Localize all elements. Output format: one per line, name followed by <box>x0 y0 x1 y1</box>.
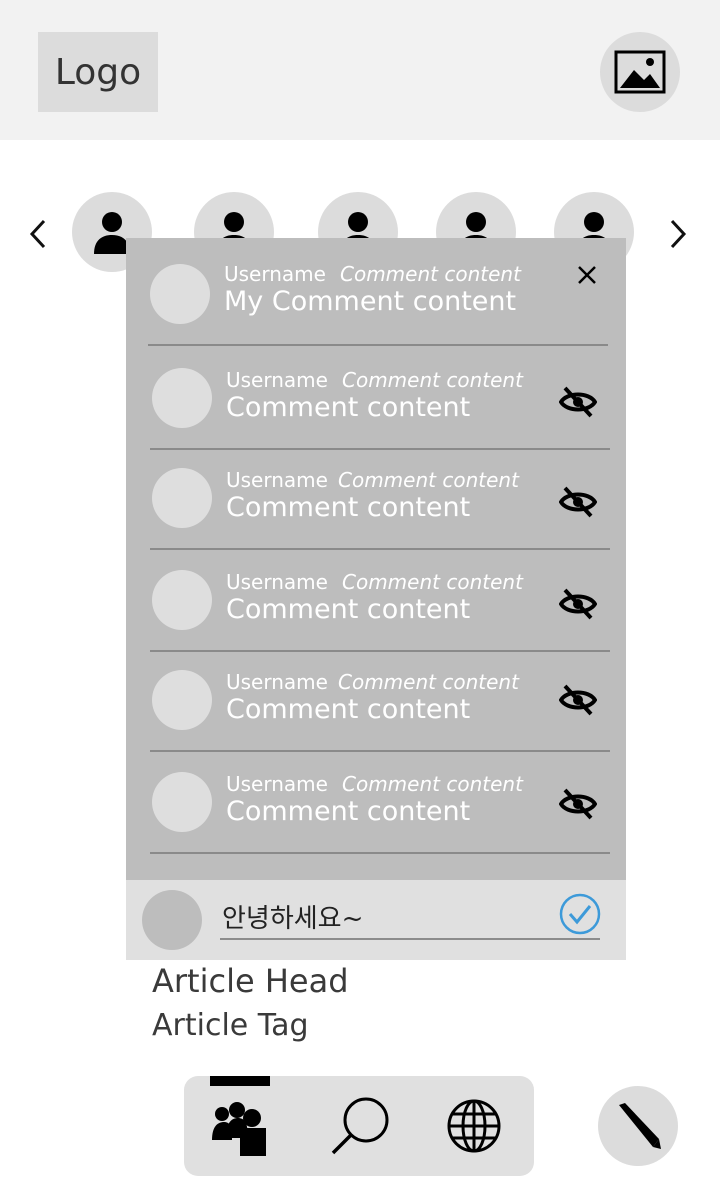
avatar <box>152 468 212 528</box>
bottom-nav <box>184 1076 534 1176</box>
comment-username: Username <box>226 468 328 492</box>
eye-off-icon <box>559 588 597 620</box>
carousel-next-button[interactable] <box>658 212 698 256</box>
eye-off-icon <box>559 684 597 716</box>
comment-username: Username <box>226 772 328 796</box>
comment-input[interactable] <box>220 894 600 940</box>
hide-comment-button[interactable] <box>558 382 598 422</box>
nav-item-search[interactable] <box>320 1076 400 1176</box>
submit-comment-button[interactable] <box>558 892 602 936</box>
hide-comment-button[interactable] <box>558 680 598 720</box>
logo[interactable]: Logo <box>38 32 158 112</box>
image-icon <box>614 50 666 94</box>
avatar <box>150 264 210 324</box>
avatar <box>142 890 202 950</box>
comment-item: Username Comment content Comment content <box>126 652 626 752</box>
globe-icon <box>447 1099 501 1153</box>
chevron-right-icon <box>670 219 687 249</box>
hide-comment-button[interactable] <box>558 584 598 624</box>
comment-username: Username <box>226 670 328 694</box>
comment-divider <box>150 852 610 854</box>
comment-meta: Comment content <box>338 670 519 694</box>
comment-item: Username Comment content Comment content <box>126 350 626 450</box>
avatar <box>152 368 212 428</box>
comment-username: Username <box>226 368 328 392</box>
chevron-left-icon <box>29 219 46 249</box>
nav-item-people[interactable] <box>200 1076 280 1176</box>
comment-text: Comment content <box>226 796 471 827</box>
nav-item-globe[interactable] <box>434 1076 514 1176</box>
comment-text: Comment content <box>226 392 471 423</box>
comment-text: My Comment content <box>224 286 517 317</box>
article-head: Article Head <box>152 962 349 1000</box>
close-icon <box>578 266 596 284</box>
logo-label: Logo <box>54 51 142 93</box>
check-circle-icon <box>559 893 601 935</box>
eye-off-icon <box>559 788 597 820</box>
pencil-icon <box>619 1103 661 1149</box>
comment-text: Comment content <box>226 594 471 625</box>
search-icon <box>331 1097 389 1155</box>
comment-input-row <box>126 880 626 960</box>
eye-off-icon <box>559 386 597 418</box>
close-button[interactable] <box>572 260 602 290</box>
image-button[interactable] <box>600 32 680 112</box>
avatar <box>152 570 212 630</box>
hide-comment-button[interactable] <box>558 784 598 824</box>
comment-meta: Comment content <box>342 570 523 594</box>
comment-meta: Comment content <box>338 468 519 492</box>
eye-off-icon <box>559 486 597 518</box>
comment-username: Username <box>226 570 328 594</box>
header: Logo <box>0 0 720 140</box>
comment-text: Comment content <box>226 492 471 523</box>
people-icon <box>212 1102 266 1156</box>
hide-comment-button[interactable] <box>558 482 598 522</box>
comment-username: Username <box>224 262 326 286</box>
comment-item: Username Comment content Comment content <box>126 450 626 550</box>
comment-panel: Username Comment content My Comment cont… <box>126 238 626 880</box>
comment-meta: Comment content <box>342 368 523 392</box>
article-tag[interactable]: Article Tag <box>152 1008 309 1043</box>
comment-meta: Comment content <box>340 262 521 286</box>
comment-divider <box>148 344 608 346</box>
avatar <box>152 772 212 832</box>
comment-item: Username Comment content Comment content <box>126 550 626 652</box>
comment-meta: Comment content <box>342 772 523 796</box>
my-comment: Username Comment content My Comment cont… <box>126 238 626 346</box>
comment-text: Comment content <box>226 694 471 725</box>
comment-item: Username Comment content Comment content <box>126 752 626 854</box>
carousel-prev-button[interactable] <box>18 212 58 256</box>
avatar <box>152 670 212 730</box>
write-button[interactable] <box>598 1086 678 1166</box>
